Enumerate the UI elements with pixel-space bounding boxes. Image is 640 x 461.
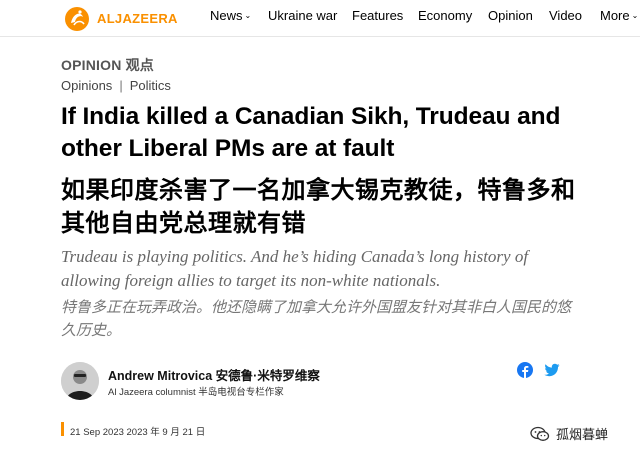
chevron-down-icon: ⌄ [631,11,639,20]
breadcrumb-separator: | [119,78,123,93]
publish-date: 21 Sep 2023 2023 年 9 月 21 日 [70,427,206,438]
nav-item-more[interactable]: More ⌄ [600,8,638,23]
twitter-icon[interactable] [544,362,560,378]
nav-item-label: News [210,8,243,23]
nav-item-label: More [600,8,630,23]
avatar[interactable] [61,362,99,400]
logo[interactable]: ALJAZEERA [62,0,178,36]
author-role: Al Jazeera columnist 半岛电视台专栏作家 [108,387,284,398]
facebook-icon[interactable] [517,362,533,378]
nav-item-features[interactable]: Features [352,8,403,23]
wechat-icon [530,426,550,442]
article-dek: Trudeau is playing politics. And he’s hi… [61,247,529,290]
nav-item-news[interactable]: News ⌄ [210,8,251,23]
aljazeera-logo-icon [62,3,92,33]
chevron-down-icon: ⌄ [244,11,252,20]
nav-item-economy[interactable]: Economy [418,8,472,23]
logo-wordmark: ALJAZEERA [97,10,178,26]
site-header: ALJAZEERA News ⌄ Ukraine war Features Eco… [0,0,640,37]
article-kicker: OPINION 观点 [61,57,155,73]
breadcrumb-politics[interactable]: Politics [130,78,171,93]
author-name[interactable]: Andrew Mitrovica 安德鲁·米特罗维察 [108,365,320,384]
date-accent-bar [61,422,64,436]
watermark-text: 孤烟暮蝉 [556,428,609,443]
page-title-translation: 如果印度杀害了一名加拿大锡克教徒，特鲁多和其他自由党总理就有错 [61,176,576,237]
page-title: If India killed a Canadian Sikh, Trudeau… [61,103,561,162]
nav-item-opinion[interactable]: Opinion [488,8,533,23]
article-dek-translation: 特鲁多正在玩弄政治。他还隐瞒了加拿大允许外国盟友针对其非白人国民的悠久历史。 [61,298,572,339]
nav-item-ukraine-war[interactable]: Ukraine war [268,8,337,23]
breadcrumb-opinions[interactable]: Opinions [61,78,112,93]
nav-item-video[interactable]: Video [549,8,582,23]
breadcrumb: Opinions | Politics [61,78,171,93]
watermark: 孤烟暮蝉 [530,424,608,443]
